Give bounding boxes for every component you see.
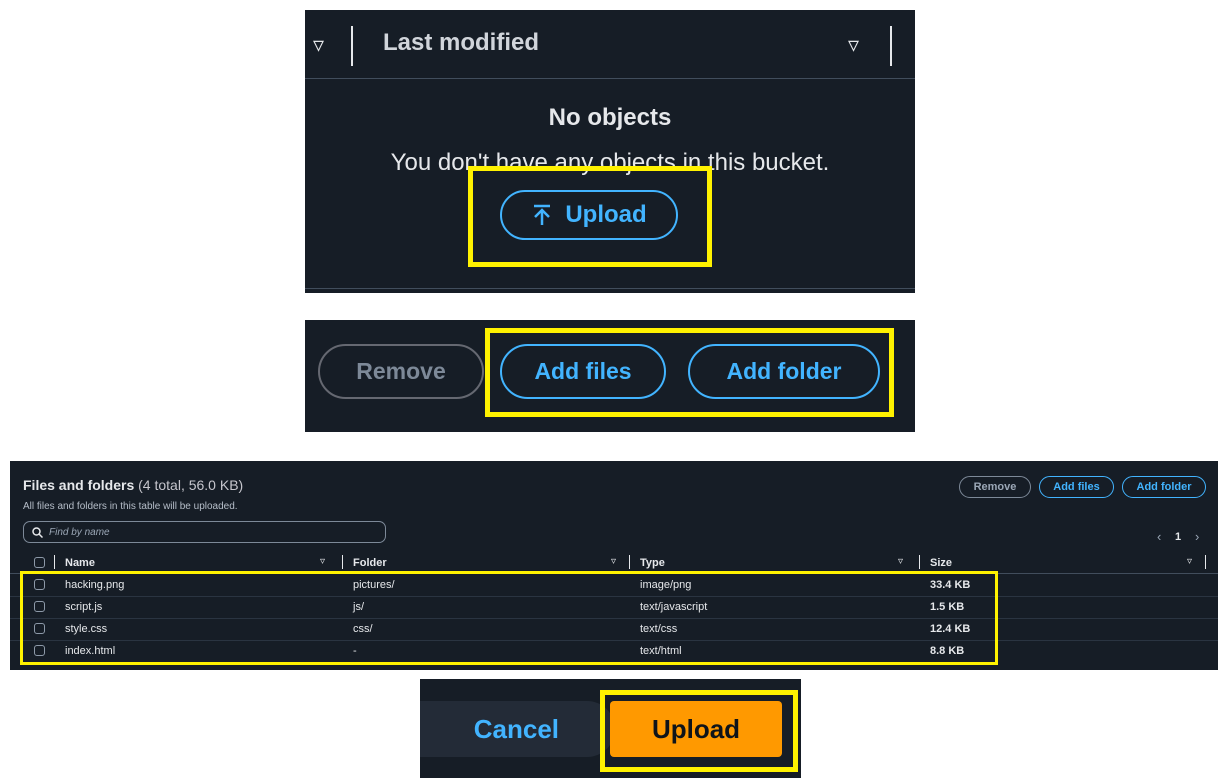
cell-folder: css/ [353, 623, 373, 635]
column-resizer[interactable] [629, 555, 630, 569]
sort-triangle-icon[interactable]: ▿ [611, 556, 616, 567]
panel-title-text: Files and folders [23, 477, 135, 493]
page-number[interactable]: 1 [1175, 531, 1181, 543]
panel-title-count: (4 total, 56.0 KB) [138, 477, 244, 493]
add-folder-button[interactable]: Add folder [688, 344, 880, 399]
column-header-size[interactable]: Size [930, 557, 952, 569]
column-header-name[interactable]: Name [65, 557, 95, 569]
cell-size: 8.8 KB [930, 645, 965, 657]
row-checkbox[interactable] [34, 579, 45, 590]
table-row[interactable]: index.html - text/html 8.8 KB [10, 640, 1218, 662]
search-icon [32, 526, 43, 538]
sort-triangle-icon[interactable]: ▿ [848, 32, 859, 58]
sort-triangle-icon[interactable]: ▿ [1187, 556, 1192, 567]
sort-triangle-icon[interactable]: ▿ [898, 556, 903, 567]
cell-size: 1.5 KB [930, 601, 965, 613]
add-files-button[interactable]: Add files [500, 344, 666, 399]
table-header: Name ▿ Folder ▿ Type ▿ Size ▿ [10, 553, 1218, 574]
select-all-checkbox[interactable] [34, 557, 45, 568]
table-row[interactable]: script.js js/ text/javascript 1.5 KB [10, 596, 1218, 619]
cell-name: script.js [65, 601, 103, 613]
row-checkbox[interactable] [34, 645, 45, 656]
panel-title: Files and folders (4 total, 56.0 KB) [23, 477, 243, 493]
cell-folder: - [353, 645, 357, 657]
table-row[interactable]: hacking.png pictures/ image/png 33.4 KB [10, 574, 1218, 597]
column-header-folder[interactable]: Folder [353, 557, 387, 569]
table-row[interactable]: style.css css/ text/css 12.4 KB [10, 618, 1218, 641]
file-actions-panel: Remove Add files Add folder [305, 320, 915, 432]
column-resizer[interactable] [54, 555, 55, 569]
column-resizer[interactable] [351, 26, 353, 66]
cell-name: hacking.png [65, 579, 125, 591]
table-header: ▿ Last modified ▿ [305, 10, 915, 79]
upload-button[interactable]: Upload [500, 190, 678, 240]
empty-bucket-panel: ▿ Last modified ▿ No objects You don't h… [305, 10, 915, 293]
empty-state-title: No objects [548, 104, 672, 131]
search-input[interactable] [49, 526, 349, 538]
cancel-button[interactable]: Cancel [420, 701, 615, 757]
upload-button-label: Upload [565, 201, 647, 228]
add-files-button[interactable]: Add files [1039, 476, 1114, 498]
column-resizer[interactable] [342, 555, 343, 569]
remove-button[interactable]: Remove [959, 476, 1031, 498]
sort-triangle-icon[interactable]: ▿ [313, 32, 324, 58]
column-resizer[interactable] [890, 26, 892, 66]
cell-name: style.css [65, 623, 108, 635]
row-checkbox[interactable] [34, 623, 45, 634]
column-header-type[interactable]: Type [640, 557, 665, 569]
cell-folder: js/ [353, 601, 364, 613]
panel-description: All files and folders in this table will… [23, 501, 238, 512]
cell-type: text/html [640, 645, 682, 657]
cell-type: text/javascript [640, 601, 708, 613]
column-resizer[interactable] [1205, 555, 1206, 569]
cell-name: index.html [65, 645, 116, 657]
cell-size: 12.4 KB [930, 623, 971, 635]
upload-submit-button[interactable]: Upload [610, 701, 782, 757]
remove-button[interactable]: Remove [318, 344, 484, 399]
upload-arrow-icon [534, 204, 551, 225]
next-page-icon[interactable]: › [1195, 529, 1199, 544]
previous-page-icon[interactable]: ‹ [1157, 529, 1161, 544]
cell-folder: pictures/ [353, 579, 395, 591]
add-folder-button[interactable]: Add folder [1122, 476, 1206, 498]
column-resizer[interactable] [919, 555, 920, 569]
cell-size: 33.4 KB [930, 579, 971, 591]
divider [305, 288, 915, 289]
upload-footer-panel: Cancel Upload [420, 679, 801, 778]
row-checkbox[interactable] [34, 601, 45, 612]
sort-triangle-icon[interactable]: ▿ [320, 556, 325, 567]
column-header-last-modified[interactable]: Last modified [383, 29, 539, 57]
files-and-folders-panel: Files and folders (4 total, 56.0 KB) All… [10, 461, 1218, 670]
search-box [23, 521, 386, 543]
cell-type: text/css [640, 623, 678, 635]
cell-type: image/png [640, 579, 692, 591]
empty-state-description: You don't have any objects in this bucke… [390, 149, 830, 176]
